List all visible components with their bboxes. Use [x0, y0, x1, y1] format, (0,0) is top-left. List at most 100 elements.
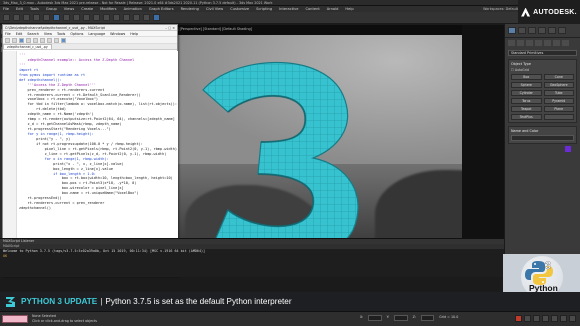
render-setup-icon[interactable]: [143, 14, 150, 21]
name-color-header[interactable]: Name and Color: [511, 129, 574, 133]
menu-item-create[interactable]: Create: [81, 7, 93, 11]
paste-icon[interactable]: [40, 37, 45, 43]
geometry-icon[interactable]: [508, 40, 515, 46]
cut-icon[interactable]: [26, 37, 31, 43]
material-editor-icon[interactable]: [133, 14, 140, 21]
next-frame-icon[interactable]: [551, 315, 558, 322]
set-key-button[interactable]: [524, 315, 531, 322]
primitive-button[interactable]: Box: [511, 74, 542, 80]
menu-item-scripting[interactable]: Scripting: [256, 7, 272, 11]
menu-item-rendering[interactable]: Rendering: [181, 7, 199, 11]
editor-menu-search[interactable]: Search: [27, 32, 39, 36]
editor-menu-file[interactable]: File: [5, 32, 11, 36]
editor-menu-windows[interactable]: Windows: [110, 32, 125, 36]
y-coordinate-field[interactable]: [394, 315, 408, 321]
menu-item-interactive[interactable]: Interactive: [279, 7, 298, 11]
primitive-button[interactable]: TextPlus: [511, 114, 542, 120]
primitive-button[interactable]: Teapot: [511, 106, 542, 112]
unlink-icon[interactable]: [33, 14, 40, 21]
editor-window-controls[interactable]: – □ ×: [165, 25, 175, 30]
new-file-icon[interactable]: [5, 37, 10, 43]
maxscript-listener[interactable]: MAXScript Listener MAXScript Welcome to …: [0, 238, 504, 277]
motion-tab-icon[interactable]: [538, 27, 546, 34]
primitive-button[interactable]: Cone: [543, 74, 574, 80]
object-color-swatch[interactable]: [565, 146, 571, 152]
editor-menu-language[interactable]: Language: [88, 32, 105, 36]
select-by-name-icon[interactable]: [63, 14, 70, 21]
menu-item-customize[interactable]: Customize: [230, 7, 249, 11]
align-icon[interactable]: [123, 14, 130, 21]
z-coordinate-field[interactable]: [420, 315, 435, 321]
listener-output[interactable]: Welcome to Python 3.7.5 (tags/v3.7.5:5c0…: [0, 249, 504, 277]
menu-item-help[interactable]: Help: [345, 7, 353, 11]
object-type-header[interactable]: Object Type: [511, 62, 574, 66]
modify-tab-icon[interactable]: [518, 27, 526, 34]
menu-item-arnold[interactable]: Arnold: [327, 7, 339, 11]
orbit-icon[interactable]: [569, 315, 576, 322]
auto-key-button[interactable]: [515, 315, 522, 322]
snap-icon[interactable]: [103, 14, 110, 21]
autogrid-checkbox[interactable]: ☐ AutoGrid: [511, 68, 574, 72]
primitive-button[interactable]: Pyramid: [543, 98, 574, 104]
primitive-button[interactable]: Plane: [543, 106, 574, 112]
menu-item-modifiers[interactable]: Modifiers: [100, 7, 116, 11]
menu-item-graph-editors[interactable]: Graph Editors: [149, 7, 174, 11]
editor-file-tab[interactable]: zdepthchannel_c_usd_.py: [3, 44, 52, 49]
menu-item-views[interactable]: Views: [64, 7, 74, 11]
mirror-icon[interactable]: [113, 14, 120, 21]
utilities-tab-icon[interactable]: [558, 27, 566, 34]
systems-icon[interactable]: [562, 40, 569, 46]
primitive-type-dropdown[interactable]: Standard Primitives: [508, 50, 577, 56]
primitive-button[interactable]: [543, 114, 574, 120]
menu-item-animation[interactable]: Animation: [124, 7, 142, 11]
object-name-field[interactable]: [511, 135, 574, 141]
shapes-icon[interactable]: [517, 40, 524, 46]
editor-menu-help[interactable]: Help: [130, 32, 138, 36]
undo-icon[interactable]: [3, 14, 10, 21]
viewport-label[interactable]: [+] [Perspective] [Standard] [Default Sh…: [173, 27, 252, 31]
editor-menu-view[interactable]: View: [44, 32, 52, 36]
editor-menu-options[interactable]: Options: [70, 32, 83, 36]
play-icon[interactable]: [542, 315, 549, 322]
lights-icon[interactable]: [526, 40, 533, 46]
open-file-icon[interactable]: [12, 37, 17, 43]
cameras-icon[interactable]: [535, 40, 542, 46]
primitive-button[interactable]: Tube: [543, 90, 574, 96]
spacewarps-icon[interactable]: [553, 40, 560, 46]
display-tab-icon[interactable]: [548, 27, 556, 34]
create-tab-icon[interactable]: [508, 27, 516, 34]
menu-item-tools[interactable]: Tools: [30, 7, 39, 11]
menu-item-group[interactable]: Group: [46, 7, 57, 11]
prev-frame-icon[interactable]: [533, 315, 540, 322]
primitive-button[interactable]: GeoSphere: [543, 82, 574, 88]
save-icon[interactable]: [19, 37, 24, 43]
menu-item-content[interactable]: Content: [305, 7, 319, 11]
move-icon[interactable]: [73, 14, 80, 21]
zoom-extents-icon[interactable]: [560, 315, 567, 322]
select-icon[interactable]: [53, 14, 60, 21]
render-icon[interactable]: [153, 14, 160, 21]
link-icon[interactable]: [23, 14, 30, 21]
redo-icon[interactable]: [13, 14, 20, 21]
code-area[interactable]: ''' zdepthChannel example:: Access the Z…: [3, 51, 178, 266]
primitive-button[interactable]: Torus: [511, 98, 542, 104]
primitive-button[interactable]: Cylinder: [511, 90, 542, 96]
bind-icon[interactable]: [43, 14, 50, 21]
rotate-icon[interactable]: [83, 14, 90, 21]
hierarchy-tab-icon[interactable]: [528, 27, 536, 34]
cyan-3-model[interactable]: [173, 50, 373, 270]
helpers-icon[interactable]: [544, 40, 551, 46]
run-script-icon[interactable]: [61, 37, 66, 43]
editor-menu-edit[interactable]: Edit: [16, 32, 23, 36]
primitive-button[interactable]: Sphere: [511, 82, 542, 88]
menu-item-file[interactable]: File: [3, 7, 9, 11]
front-viewport[interactable]: [462, 25, 504, 270]
menu-item-edit[interactable]: Edit: [16, 7, 23, 11]
scale-icon[interactable]: [93, 14, 100, 21]
copy-icon[interactable]: [33, 37, 38, 43]
redo-icon[interactable]: [54, 37, 59, 43]
x-coordinate-field[interactable]: [368, 315, 382, 321]
editor-menu-tools[interactable]: Tools: [57, 32, 65, 36]
menu-item-civil-view[interactable]: Civil View: [206, 7, 223, 11]
undo-icon[interactable]: [47, 37, 52, 43]
